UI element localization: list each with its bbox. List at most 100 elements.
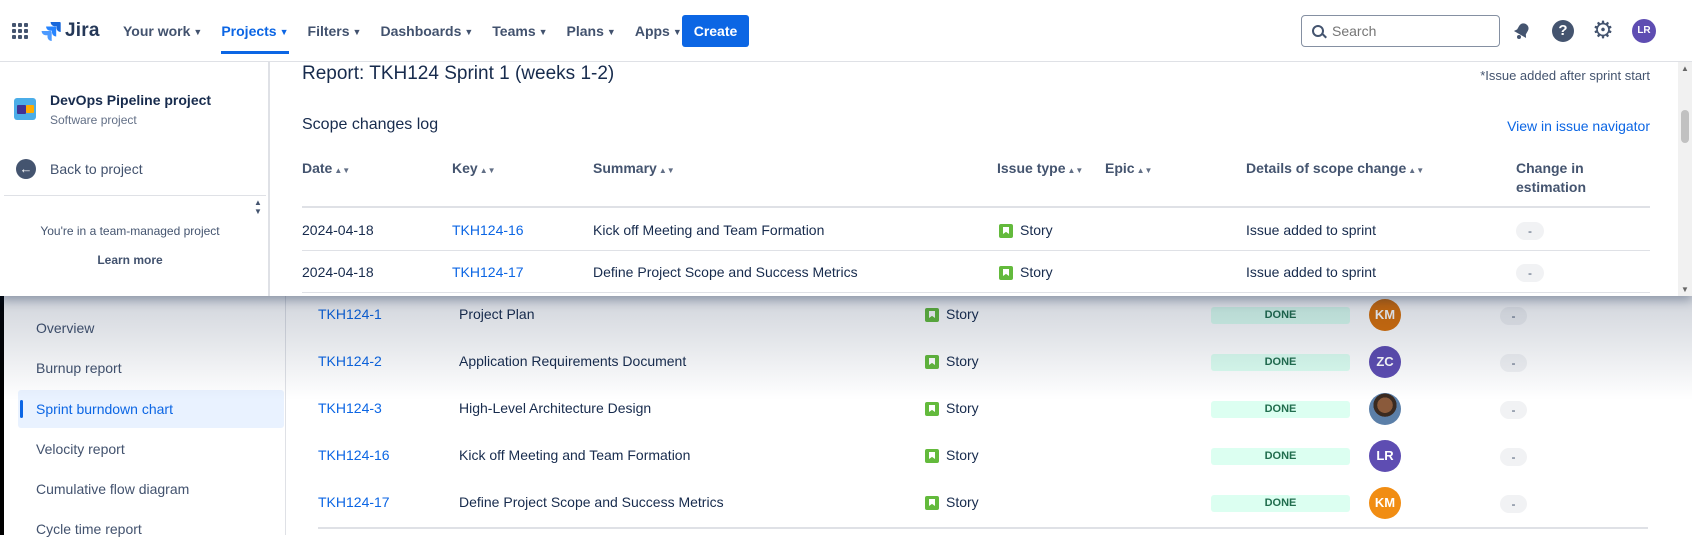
project-name[interactable]: DevOps Pipeline project (50, 92, 211, 108)
story-icon (925, 355, 939, 369)
column-header-date[interactable]: Date ▲▼ (302, 160, 350, 176)
issue-type: Story (1020, 264, 1053, 280)
nav-dashboards[interactable]: Dashboards ▼ (380, 23, 473, 39)
story-icon (999, 224, 1013, 238)
app-switcher-icon[interactable] (12, 23, 28, 39)
project-type: Software project (50, 113, 137, 127)
sort-icon: ▲▼ (1408, 166, 1425, 175)
scope-change-detail: Issue added to sprint (1246, 222, 1376, 238)
nav-teams[interactable]: Teams ▼ (492, 23, 547, 39)
estimate-pill: - (1500, 448, 1527, 466)
status-badge: DONE (1211, 354, 1350, 371)
jira-logo[interactable]: Jira (41, 20, 100, 42)
issue-row: TKH124-3 High-Level Architecture Design … (318, 388, 1648, 432)
issue-summary: Kick off Meeting and Team Formation (459, 447, 691, 463)
scroll-up-icon[interactable]: ▲ (1681, 64, 1689, 73)
dialog-scrollbar[interactable]: ▲ ▼ (1678, 62, 1692, 296)
scroll-arrows-icon[interactable]: ▲ ▼ (252, 198, 264, 216)
change-date: 2024-04-18 (302, 264, 374, 280)
back-to-project-link[interactable]: Back to project (50, 161, 143, 177)
assignee-avatar[interactable]: ZC (1369, 346, 1401, 378)
issue-key-link[interactable]: TKH124-3 (318, 400, 382, 416)
issue-key-link[interactable]: TKH124-2 (318, 353, 382, 369)
scroll-down-icon[interactable]: ▼ (1681, 285, 1689, 294)
main-nav: Your work ▼ Projects ▼ Filters ▼ Dashboards… (123, 18, 701, 54)
issue-key-link[interactable]: TKH124-17 (452, 264, 524, 280)
issue-row: TKH124-2 Application Requirements Docume… (318, 341, 1648, 385)
column-header-change-estimation: Change in estimation (1516, 160, 1587, 195)
nav-your-work[interactable]: Your work ▼ (123, 23, 202, 39)
settings-icon[interactable]: ⚙ (1591, 19, 1615, 43)
nav-filters[interactable]: Filters ▼ (308, 23, 362, 39)
nav-cumulative-flow-diagram[interactable]: Cumulative flow diagram (18, 470, 284, 508)
chevron-down-icon: ▼ (606, 27, 616, 37)
row-divider (302, 292, 1650, 293)
nav-sprint-burndown-chart[interactable]: Sprint burndown chart (18, 390, 284, 428)
help-icon[interactable]: ? (1551, 19, 1575, 43)
issue-summary: Project Plan (459, 306, 535, 322)
nav-cycle-time-report[interactable]: Cycle time report (18, 510, 284, 548)
nav-plans[interactable]: Plans ▼ (567, 23, 616, 39)
sidebar-scroll-area[interactable]: ▲ ▼ (4, 195, 266, 217)
search-box[interactable] (1301, 15, 1500, 47)
nav-projects[interactable]: Projects ▼ (221, 23, 289, 54)
story-icon (925, 496, 939, 510)
column-header-details[interactable]: Details of scope change ▲▼ (1246, 160, 1424, 176)
story-icon (999, 266, 1013, 280)
user-avatar[interactable]: LR (1632, 19, 1656, 43)
status-badge: DONE (1211, 495, 1350, 512)
scope-changes-heading: Scope changes log (302, 116, 439, 133)
column-header-epic[interactable]: Epic ▲▼ (1105, 160, 1152, 176)
status-badge: DONE (1211, 401, 1350, 418)
issue-key-link[interactable]: TKH124-17 (318, 494, 390, 510)
search-input[interactable] (1330, 22, 1480, 40)
chevron-down-icon: ▼ (193, 27, 203, 37)
estimate-pill: - (1516, 222, 1544, 240)
sort-icon: ▲▼ (334, 166, 351, 175)
report-content: Report: TKH124 Sprint 1 (weeks 1-2) *Iss… (302, 62, 1652, 296)
scroll-thumb[interactable] (1681, 110, 1689, 143)
issue-type: Story (1020, 222, 1053, 238)
sort-icon: ▲▼ (1136, 166, 1153, 175)
column-header-key[interactable]: Key ▲▼ (452, 160, 496, 176)
assignee-avatar[interactable]: KM (1369, 487, 1401, 519)
column-header-summary[interactable]: Summary ▲▼ (593, 160, 675, 176)
chevron-down-icon: ▼ (464, 27, 474, 37)
team-managed-message: You're in a team-managed project (40, 224, 220, 238)
bell-icon (1513, 23, 1529, 39)
nav-burnup-report[interactable]: Burnup report (18, 349, 284, 387)
scope-change-row: 2024-04-18 TKH124-17 Define Project Scop… (302, 252, 1650, 292)
jira-logo-icon (41, 22, 61, 41)
report-title: Report: TKH124 Sprint 1 (weeks 1-2) (302, 63, 615, 84)
issue-row: TKH124-16 Kick off Meeting and Team Form… (318, 435, 1648, 479)
top-navigation: Jira Your work ▼ Projects ▼ Filters ▼ Dashb… (0, 0, 1692, 62)
issue-key-link[interactable]: TKH124-16 (452, 222, 524, 238)
issue-summary: High-Level Architecture Design (459, 400, 652, 416)
create-button[interactable]: Create (682, 15, 749, 47)
view-in-issue-navigator-link[interactable]: View in issue navigator (1507, 118, 1650, 134)
nav-apps[interactable]: Apps ▼ (635, 23, 682, 39)
estimate-pill: - (1500, 401, 1527, 419)
nav-overview[interactable]: Overview (18, 309, 284, 347)
header-divider (302, 206, 1650, 208)
project-icon (14, 98, 36, 120)
assignee-photo-avatar[interactable] (1369, 393, 1401, 425)
issue-summary: Define Project Scope and Success Metrics (459, 494, 724, 510)
app-name: Jira (65, 20, 100, 41)
issue-row: TKH124-1 Project Plan Story DONE KM - (318, 294, 1648, 338)
gear-icon: ⚙ (1592, 17, 1614, 44)
issue-key-link[interactable]: TKH124-1 (318, 306, 382, 322)
notifications-icon[interactable] (1510, 19, 1534, 43)
sprint-footnote: *Issue added after sprint start (1480, 68, 1650, 83)
learn-more-link[interactable]: Learn more (0, 253, 260, 267)
help-glyph: ? (1552, 20, 1574, 42)
project-sidebar: DevOps Pipeline project Software project… (0, 62, 270, 296)
estimate-pill: - (1500, 307, 1527, 325)
assignee-avatar[interactable]: KM (1369, 299, 1401, 331)
issue-key-link[interactable]: TKH124-16 (318, 447, 390, 463)
nav-velocity-report[interactable]: Velocity report (18, 430, 284, 468)
column-header-issue-type[interactable]: Issue type ▲▼ (997, 160, 1083, 176)
back-arrow-icon[interactable]: ← (16, 159, 36, 179)
assignee-avatar[interactable]: LR (1369, 440, 1401, 472)
estimate-pill: - (1516, 264, 1544, 282)
